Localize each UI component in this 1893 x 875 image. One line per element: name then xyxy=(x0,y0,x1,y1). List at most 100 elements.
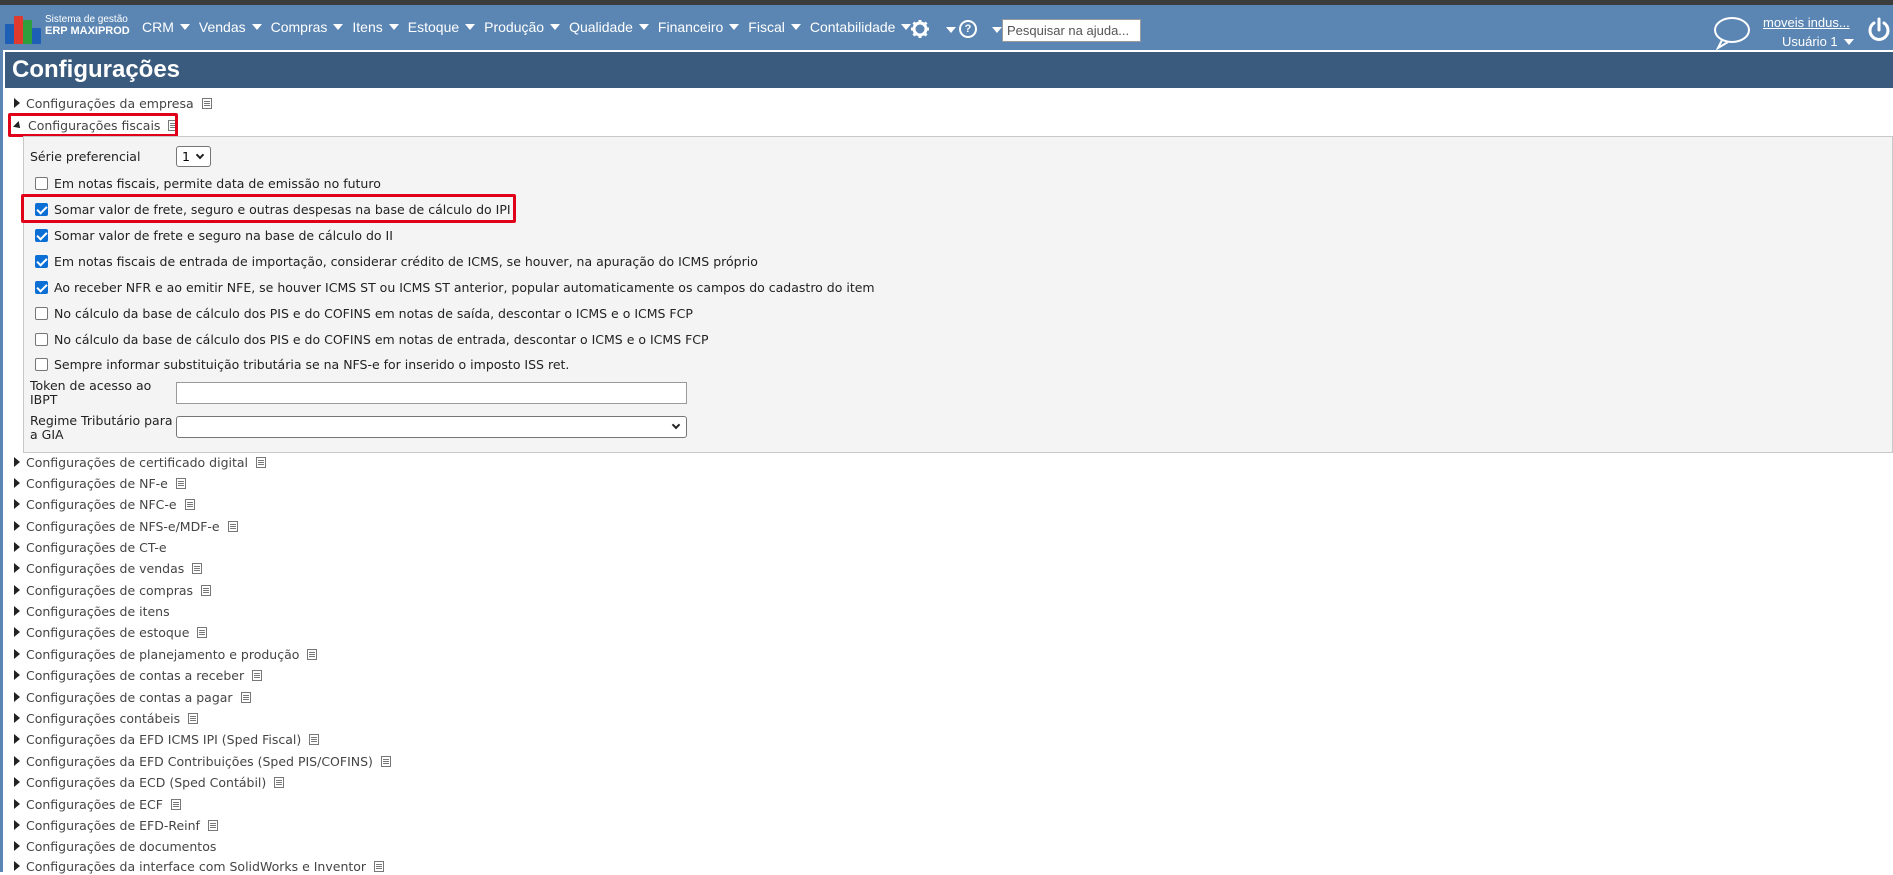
power-icon[interactable] xyxy=(1866,17,1892,43)
check-label: No cálculo da base de cálculo dos PIS e … xyxy=(54,306,693,321)
expand-arrow-icon xyxy=(14,478,20,488)
menu-estoque[interactable]: Estoque xyxy=(408,19,476,35)
menu-contabilidade[interactable]: Contabilidade xyxy=(810,19,912,35)
document-icon[interactable] xyxy=(207,819,218,831)
expand-arrow-icon xyxy=(14,861,20,871)
menu-vendas[interactable]: Vendas xyxy=(199,19,262,35)
regime-label: Regime Tributário para a GIA xyxy=(30,414,173,442)
section-item[interactable]: Configurações de certificado digital xyxy=(14,453,267,471)
section-label: Configurações de estoque xyxy=(26,624,190,640)
section-item[interactable]: Configurações da interface com SolidWork… xyxy=(14,857,385,875)
section-item[interactable]: Configurações de planejamento e produção xyxy=(14,645,318,663)
main-menu: CRM Vendas Compras Itens Estoque Produçã… xyxy=(142,19,920,35)
user-menu[interactable]: Usuário 1 xyxy=(1782,34,1854,49)
token-ibpt-input[interactable] xyxy=(176,382,687,404)
check-row[interactable]: Sempre informar substituição tributária … xyxy=(35,357,569,372)
section-item[interactable]: Configurações de NFS-e/MDF-e xyxy=(14,517,238,535)
serie-select[interactable]: 1 xyxy=(176,146,211,167)
section-item[interactable]: Configurações de contas a pagar xyxy=(14,688,251,706)
section-label: Configurações da EFD ICMS IPI (Sped Fisc… xyxy=(26,731,302,747)
checkbox[interactable] xyxy=(35,358,48,371)
company-link[interactable]: moveis indus... xyxy=(1763,15,1850,30)
check-row[interactable]: No cálculo da base de cálculo dos PIS e … xyxy=(35,332,709,347)
gear-menu-caret-icon[interactable] xyxy=(946,27,956,33)
check-row[interactable]: Ao receber NFR e ao emitir NFE, se houve… xyxy=(35,280,875,295)
section-item[interactable]: Configurações de NFC-e xyxy=(14,495,195,513)
help-menu-caret-icon[interactable] xyxy=(992,27,1002,33)
gear-icon[interactable] xyxy=(910,19,930,39)
section-item[interactable]: Configurações de contas a receber xyxy=(14,666,263,684)
section-label: Configurações de NF-e xyxy=(26,475,168,491)
maxiprod-logo-icon[interactable] xyxy=(5,12,41,44)
checkbox[interactable] xyxy=(35,229,48,242)
chat-icon[interactable] xyxy=(1712,15,1752,51)
menu-crm[interactable]: CRM xyxy=(142,19,190,35)
document-icon[interactable] xyxy=(192,562,203,574)
section-item[interactable]: Configurações da EFD ICMS IPI (Sped Fisc… xyxy=(14,730,320,748)
section-label: Configurações de itens xyxy=(26,603,170,619)
regime-label-line: Regime Tributário para xyxy=(30,413,173,428)
menu-itens[interactable]: Itens xyxy=(352,19,399,35)
section-label: Configurações de compras xyxy=(26,582,194,598)
caret-down-icon xyxy=(790,24,801,30)
menu-label: Itens xyxy=(352,19,383,35)
section-item[interactable]: Configurações da EFD Contribuições (Sped… xyxy=(14,752,391,770)
document-icon[interactable] xyxy=(201,584,212,596)
section-item[interactable]: Configurações de EFD-Reinf xyxy=(14,816,218,834)
menu-label: Fiscal xyxy=(748,19,785,35)
section-item[interactable]: Configurações de documentos xyxy=(14,837,216,855)
menu-qualidade[interactable]: Qualidade xyxy=(569,19,649,35)
section-label: Configurações de documentos xyxy=(26,838,217,854)
check-row[interactable]: Em notas fiscais, permite data de emissã… xyxy=(35,176,381,191)
help-search-input[interactable] xyxy=(1002,19,1141,42)
document-icon[interactable] xyxy=(175,477,186,489)
section-item[interactable]: Configurações da ECD (Sped Contábil) xyxy=(14,773,285,791)
document-icon[interactable] xyxy=(240,691,251,703)
document-icon[interactable] xyxy=(184,498,195,510)
checkbox[interactable] xyxy=(35,307,48,320)
document-icon[interactable] xyxy=(170,798,181,810)
document-icon[interactable] xyxy=(309,733,320,745)
section-label: Configurações de NFS-e/MDF-e xyxy=(26,518,220,534)
section-item[interactable]: Configurações de CT-e xyxy=(14,538,167,556)
document-icon[interactable] xyxy=(201,97,212,109)
expand-arrow-icon xyxy=(14,649,20,659)
document-icon[interactable] xyxy=(252,669,263,681)
section-item[interactable]: Configurações de estoque xyxy=(14,623,208,641)
section-item[interactable]: Configurações de NF-e xyxy=(14,474,186,492)
document-icon[interactable] xyxy=(307,648,318,660)
regime-tributario-select[interactable] xyxy=(176,416,687,438)
document-icon[interactable] xyxy=(380,755,391,767)
user-name: Usuário 1 xyxy=(1782,34,1838,49)
checkbox[interactable] xyxy=(35,177,48,190)
section-label: Configurações de contas a pagar xyxy=(26,689,233,705)
brand: Sistema de gestão ERP MAXIPROD xyxy=(45,14,130,38)
checkbox[interactable] xyxy=(35,255,48,268)
help-icon[interactable]: ? xyxy=(959,20,977,38)
check-row[interactable]: Em notas fiscais de entrada de importaçã… xyxy=(35,254,758,269)
section-label: Configurações de contas a receber xyxy=(26,667,245,683)
check-row[interactable]: No cálculo da base de cálculo dos PIS e … xyxy=(35,306,693,321)
document-icon[interactable] xyxy=(197,626,208,638)
menu-fiscal[interactable]: Fiscal xyxy=(748,19,801,35)
menu-label: CRM xyxy=(142,19,174,35)
section-item[interactable]: Configurações contábeis xyxy=(14,709,199,727)
section-item[interactable]: Configurações de vendas xyxy=(14,559,203,577)
document-icon[interactable] xyxy=(274,776,285,788)
document-icon[interactable] xyxy=(227,520,238,532)
check-row[interactable]: Somar valor de frete e seguro na base de… xyxy=(35,228,393,243)
section-item[interactable]: Configurações de ECF xyxy=(14,795,181,813)
checkbox[interactable] xyxy=(35,333,48,346)
section-item[interactable]: Configurações de itens xyxy=(14,602,170,620)
document-icon[interactable] xyxy=(188,712,199,724)
menu-compras[interactable]: Compras xyxy=(271,19,344,35)
document-icon[interactable] xyxy=(256,456,267,468)
menu-producao[interactable]: Produção xyxy=(484,19,561,35)
document-icon[interactable] xyxy=(374,860,385,872)
highlight-box-option xyxy=(21,194,516,223)
checkbox[interactable] xyxy=(35,281,48,294)
menu-financeiro[interactable]: Financeiro xyxy=(658,19,740,35)
section-empresa[interactable]: Configurações da empresa xyxy=(14,94,212,112)
section-label: Configurações da EFD Contribuições (Sped… xyxy=(26,753,373,769)
section-item[interactable]: Configurações de compras xyxy=(14,581,212,599)
